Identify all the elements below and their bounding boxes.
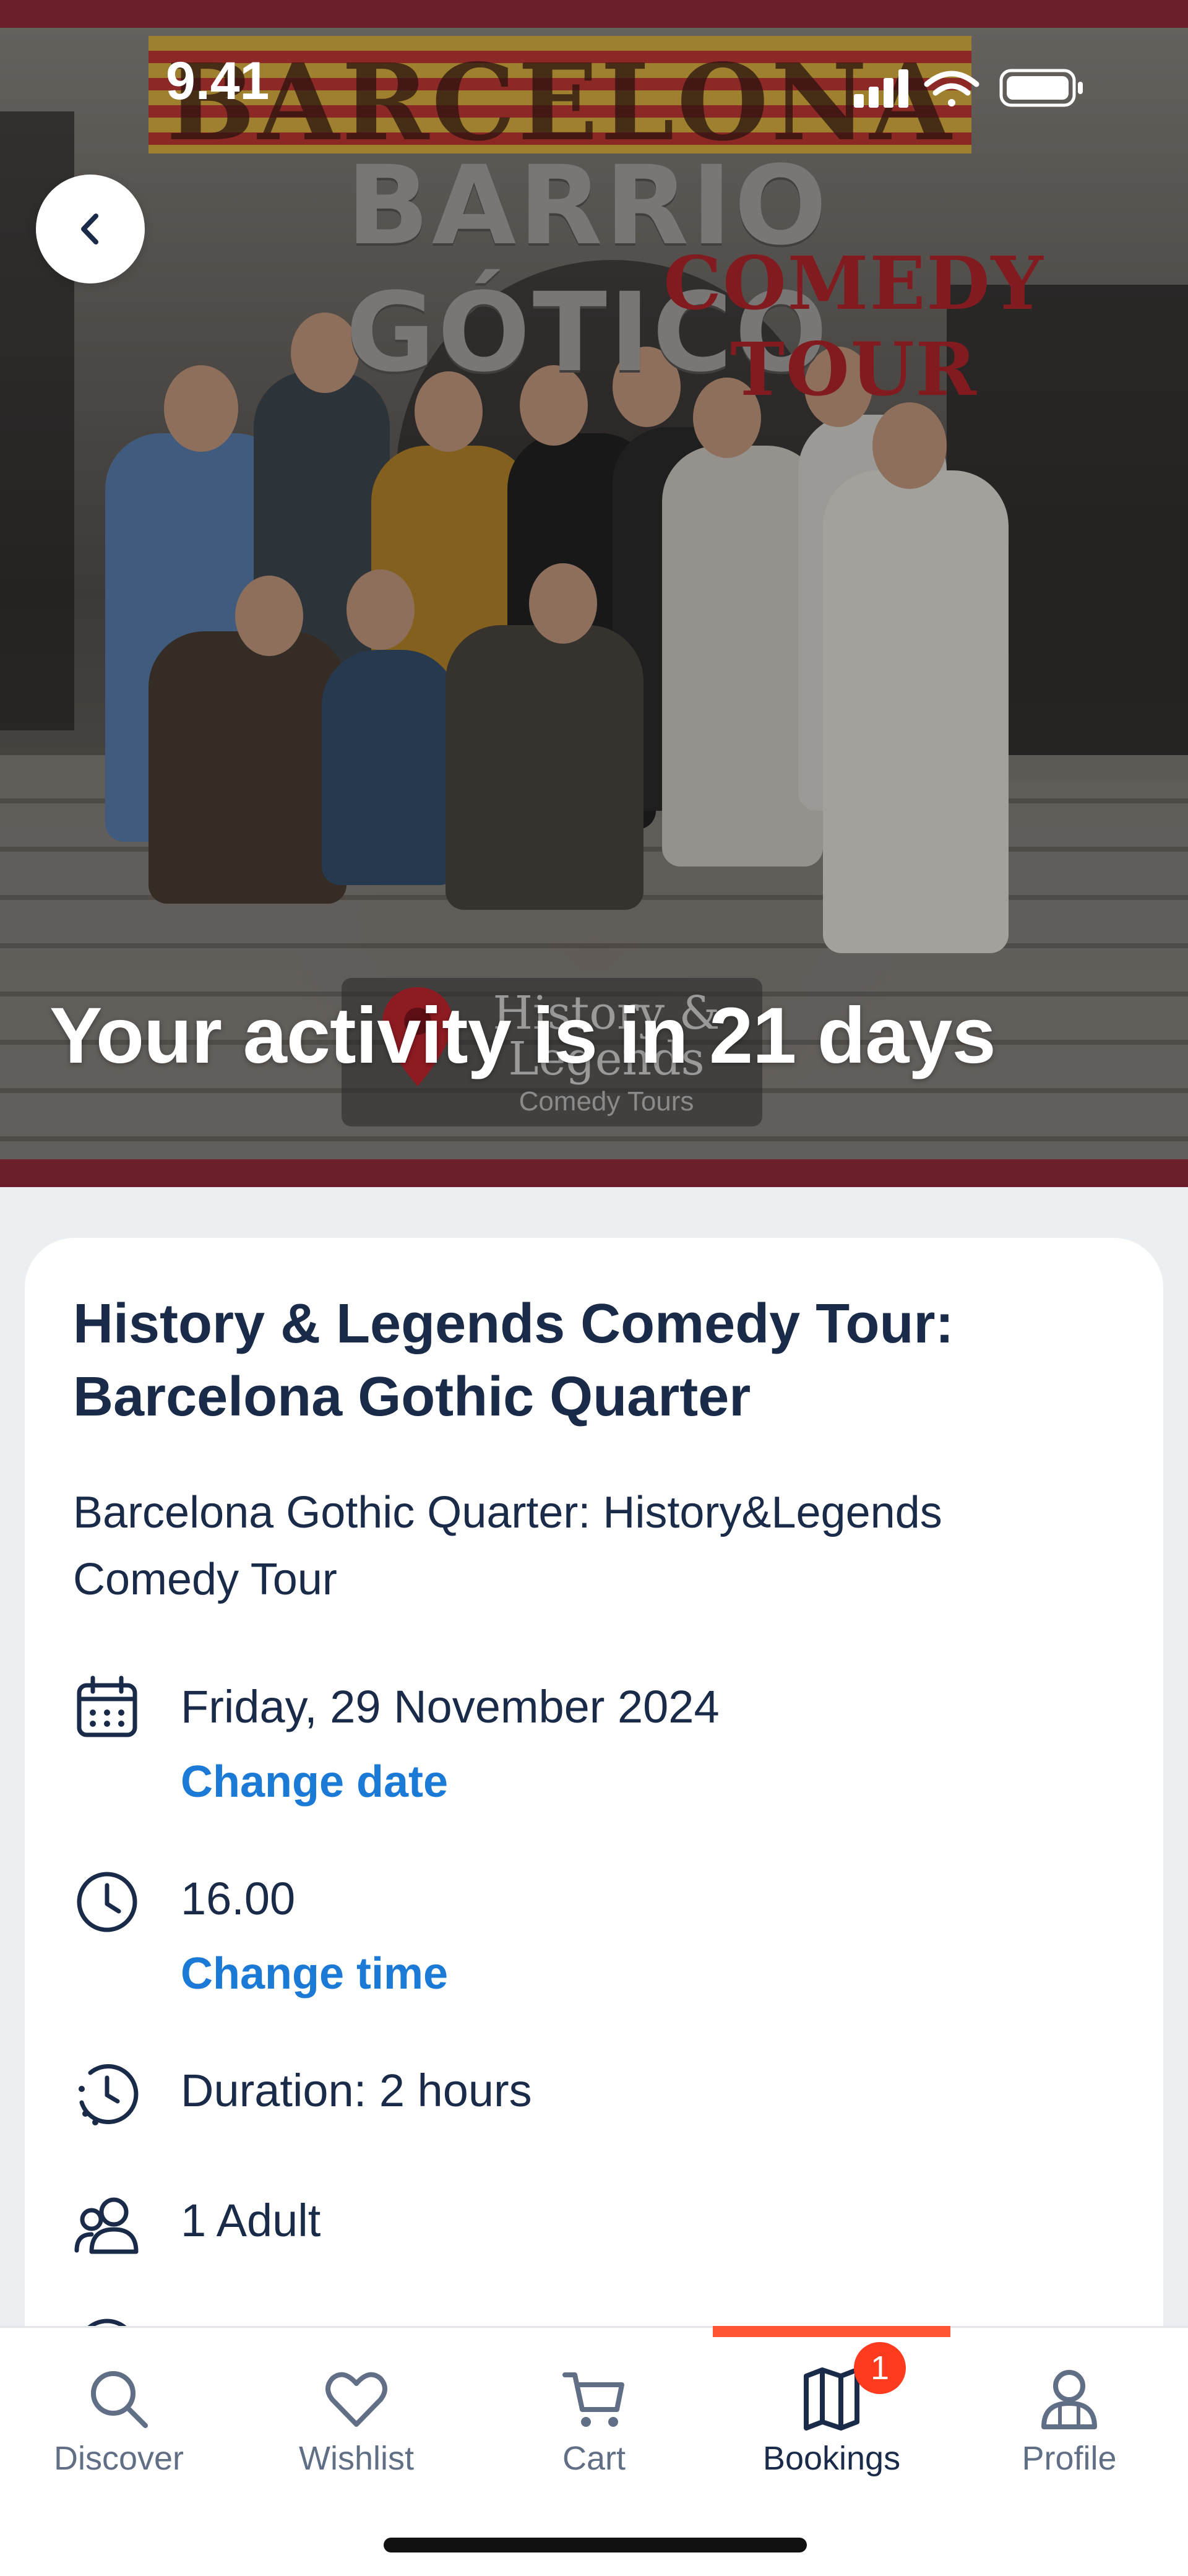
bookings-badge: 1 bbox=[854, 2342, 906, 2394]
cart-icon bbox=[562, 2372, 624, 2427]
tab-profile-label: Profile bbox=[1022, 2440, 1117, 2477]
profile-icon bbox=[1041, 2370, 1097, 2429]
tab-cart-label: Cart bbox=[562, 2440, 626, 2477]
tab-bookings[interactable]: Bookings bbox=[713, 2328, 950, 2513]
participants-icon bbox=[74, 2197, 139, 2254]
booking-participants: 1 Adult bbox=[181, 2195, 321, 2246]
tab-wishlist-label: Wishlist bbox=[299, 2440, 414, 2477]
tab-discover-label: Discover bbox=[53, 2440, 184, 2477]
status-bar-icons bbox=[854, 69, 1083, 108]
chevron-left-icon bbox=[81, 214, 98, 244]
back-button[interactable] bbox=[36, 175, 145, 283]
clock-icon bbox=[77, 1872, 137, 1932]
heart-icon bbox=[325, 2372, 387, 2427]
tab-wishlist[interactable]: Wishlist bbox=[238, 2328, 475, 2513]
wifi-icon bbox=[924, 71, 979, 106]
hero-image: BARCELONA BARRIO GÓTICO COMEDY TOUR Hist… bbox=[0, 0, 1188, 1187]
change-date-link[interactable]: Change date bbox=[181, 1757, 448, 1807]
booking-duration: Duration: 2 hours bbox=[181, 2065, 532, 2116]
tab-cart[interactable]: Cart bbox=[475, 2328, 713, 2513]
search-icon bbox=[91, 2371, 148, 2428]
duration-clock-icon bbox=[79, 2064, 139, 2125]
tab-profile[interactable]: Profile bbox=[950, 2328, 1188, 2513]
cellular-signal-icon bbox=[854, 69, 908, 108]
home-indicator bbox=[384, 2538, 807, 2552]
activity-option: Barcelona Gothic Quarter: History&Legend… bbox=[73, 1488, 942, 1604]
tab-discover[interactable]: Discover bbox=[0, 2328, 238, 2513]
activity-title: History & Legends Comedy Tour: Barcelona… bbox=[73, 1293, 954, 1428]
activity-countdown: Your activity is in 21 days bbox=[50, 992, 996, 1080]
booking-details-card: History & Legends Comedy Tour: Barcelona… bbox=[25, 1238, 1163, 2414]
change-time-link[interactable]: Change time bbox=[181, 1948, 448, 1999]
booking-time: 16.00 bbox=[181, 1873, 296, 1924]
tab-bookings-label: Bookings bbox=[762, 2440, 901, 2477]
watermark-logo-subtitle: Comedy Tours bbox=[519, 1086, 694, 1117]
calendar-icon bbox=[77, 1675, 137, 1737]
booking-date: Friday, 29 November 2024 bbox=[181, 1681, 720, 1732]
status-bar-time: 9.41 bbox=[166, 51, 270, 111]
active-tab-indicator bbox=[713, 2326, 950, 2337]
battery-icon bbox=[999, 69, 1083, 107]
